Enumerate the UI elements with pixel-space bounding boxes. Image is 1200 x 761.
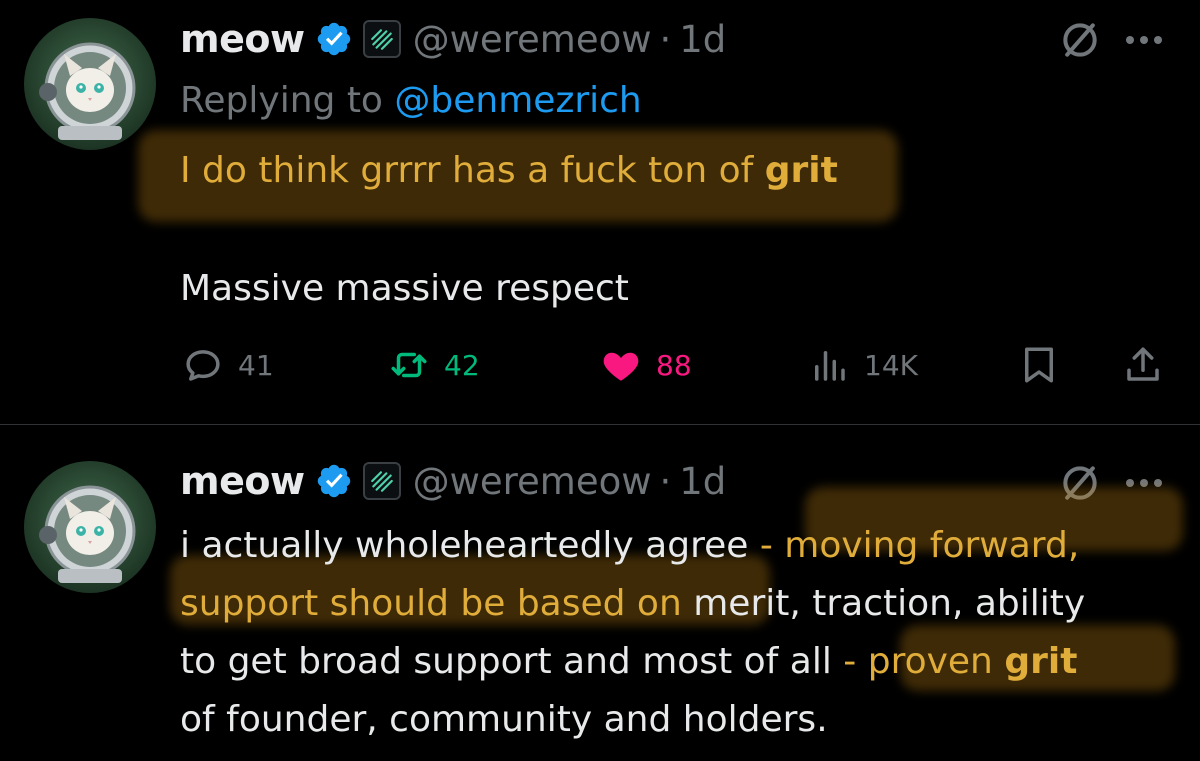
text-span: to get broad support and most of all <box>180 641 844 682</box>
tweet-text-line: of founder, community and holders. <box>180 699 828 740</box>
text-span: i actually wholeheartedly agree <box>180 525 760 566</box>
view-count: 14K <box>864 348 918 382</box>
mention-link[interactable]: @benmezrich <box>394 80 641 121</box>
tweet-text: i actually wholeheartedly agree - moving… <box>180 517 1190 749</box>
replying-prefix: Replying to <box>180 80 395 121</box>
highlighted-text: I do think grrrr has a fuck ton of <box>180 150 765 191</box>
separator-dot: · <box>659 17 672 61</box>
highlighted-text: support should be based on <box>180 583 682 624</box>
replying-to: Replying to @benmezrich <box>180 80 642 121</box>
highlighted-text: - moving forward, <box>759 525 1080 566</box>
repost-icon <box>391 352 427 378</box>
tweet-text-line: I do think grrrr has a fuck ton of grit <box>180 150 838 191</box>
tweet-1[interactable]: meow @weremeow · 1d Replying to @benmezr… <box>0 0 1200 424</box>
tweet-header: meow @weremeow · 1d <box>180 14 726 64</box>
grok-icon[interactable] <box>1058 18 1102 62</box>
like-button[interactable]: 88 <box>600 340 692 390</box>
author-handle[interactable]: @weremeow <box>413 460 652 503</box>
timestamp[interactable]: 1d <box>679 460 726 503</box>
avatar[interactable] <box>24 461 156 593</box>
verified-badge-icon <box>315 462 353 500</box>
reply-icon <box>186 350 220 381</box>
like-heart-icon <box>603 352 639 381</box>
author-name[interactable]: meow <box>180 459 305 503</box>
tweet-text-line: to get broad support and most of all - p… <box>180 633 1190 691</box>
timestamp[interactable]: 1d <box>679 18 726 61</box>
tweet-text-line: support should be based on merit, tracti… <box>180 575 1190 633</box>
share-button[interactable] <box>1122 340 1164 390</box>
action-bar: 41 42 88 14K <box>0 340 1200 390</box>
astronaut-cat-avatar-icon <box>39 485 136 583</box>
repost-button[interactable]: 42 <box>388 340 480 390</box>
text-span: merit, traction, ability <box>681 583 1086 624</box>
affiliate-badge-icon[interactable] <box>362 20 401 58</box>
bookmark-icon <box>1025 347 1053 383</box>
tweet-text-line: Massive massive respect <box>180 268 629 309</box>
tweet-text-line: i actually wholeheartedly agree - moving… <box>180 517 1190 575</box>
more-icon[interactable] <box>1124 34 1164 46</box>
astronaut-cat-avatar-icon <box>39 42 136 140</box>
reply-count: 41 <box>238 348 274 382</box>
avatar[interactable] <box>24 18 156 150</box>
author-handle[interactable]: @weremeow <box>413 18 652 61</box>
reply-button[interactable]: 41 <box>182 340 274 390</box>
separator-dot: · <box>659 459 672 503</box>
tweet-2[interactable]: meow @weremeow · 1d i actually wholehear… <box>0 425 1200 761</box>
highlighted-bold-text: grit <box>1004 641 1078 682</box>
highlighted-bold-text: grit <box>764 150 838 191</box>
author-name[interactable]: meow <box>180 17 305 61</box>
share-icon <box>1127 347 1159 381</box>
repost-count: 42 <box>444 348 480 382</box>
highlighted-text: - proven <box>843 641 1005 682</box>
views-button[interactable]: 14K <box>808 340 918 390</box>
bookmark-button[interactable] <box>1018 340 1060 390</box>
verified-badge-icon <box>315 20 353 58</box>
views-icon <box>815 351 845 381</box>
affiliate-badge-icon[interactable] <box>362 462 401 500</box>
tweet-header: meow @weremeow · 1d <box>180 456 726 506</box>
like-count: 88 <box>656 348 692 382</box>
